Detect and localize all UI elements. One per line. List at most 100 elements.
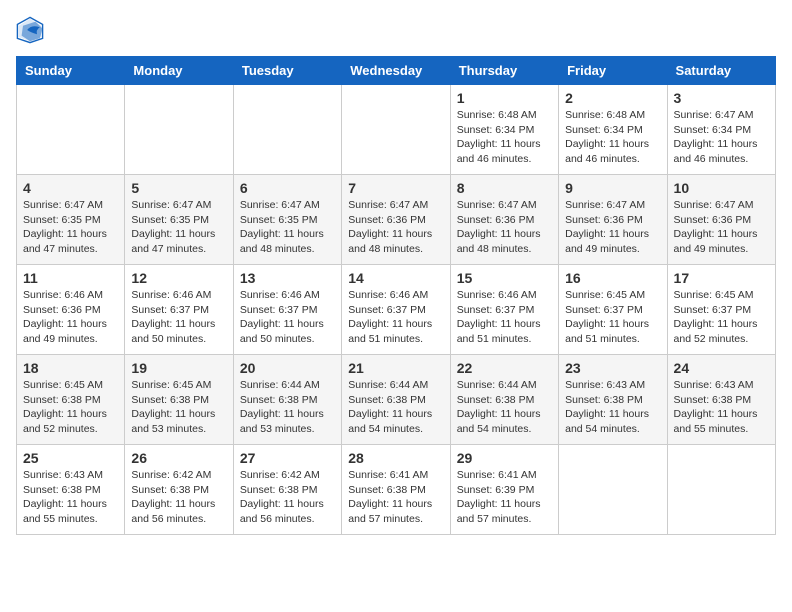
day-header-thursday: Thursday [450,57,558,85]
week-row-2: 4 Sunrise: 6:47 AM Sunset: 6:35 PM Daylig… [17,175,776,265]
day-header-monday: Monday [125,57,233,85]
calendar-cell [233,85,341,175]
day-info: Sunrise: 6:45 AM Sunset: 6:37 PM Dayligh… [674,288,769,347]
logo-icon [16,16,44,44]
day-info: Sunrise: 6:42 AM Sunset: 6:38 PM Dayligh… [131,468,226,527]
day-number: 5 [131,180,226,196]
day-number: 10 [674,180,769,196]
day-number: 19 [131,360,226,376]
calendar-cell: 4 Sunrise: 6:47 AM Sunset: 6:35 PM Daylig… [17,175,125,265]
calendar-cell: 29 Sunrise: 6:41 AM Sunset: 6:39 PM Dayli… [450,445,558,535]
day-info: Sunrise: 6:44 AM Sunset: 6:38 PM Dayligh… [240,378,335,437]
calendar-cell [342,85,450,175]
week-row-1: 1 Sunrise: 6:48 AM Sunset: 6:34 PM Daylig… [17,85,776,175]
day-number: 11 [23,270,118,286]
day-number: 23 [565,360,660,376]
day-number: 17 [674,270,769,286]
day-number: 20 [240,360,335,376]
calendar-cell [667,445,775,535]
calendar-cell: 9Sunrise: 6:47 AM Sunset: 6:36 PM Daylig… [559,175,667,265]
day-number: 3 [674,90,769,106]
calendar-cell: 3 Sunrise: 6:47 AM Sunset: 6:34 PM Daylig… [667,85,775,175]
calendar-cell: 24 Sunrise: 6:43 AM Sunset: 6:38 PM Dayli… [667,355,775,445]
day-number: 16 [565,270,660,286]
week-row-4: 18Sunrise: 6:45 AM Sunset: 6:38 PM Dayli… [17,355,776,445]
calendar-cell: 11 Sunrise: 6:46 AM Sunset: 6:36 PM Dayli… [17,265,125,355]
day-info: Sunrise: 6:45 AM Sunset: 6:37 PM Dayligh… [565,288,660,347]
day-header-wednesday: Wednesday [342,57,450,85]
day-number: 12 [131,270,226,286]
day-info: Sunrise: 6:47 AM Sunset: 6:35 PM Dayligh… [131,198,226,257]
week-row-3: 11 Sunrise: 6:46 AM Sunset: 6:36 PM Dayli… [17,265,776,355]
day-number: 14 [348,270,443,286]
calendar-cell [559,445,667,535]
calendar-cell: 6Sunrise: 6:47 AM Sunset: 6:35 PM Daylig… [233,175,341,265]
calendar-cell: 18Sunrise: 6:45 AM Sunset: 6:38 PM Dayli… [17,355,125,445]
calendar-cell: 14Sunrise: 6:46 AM Sunset: 6:37 PM Dayli… [342,265,450,355]
day-info: Sunrise: 6:43 AM Sunset: 6:38 PM Dayligh… [23,468,118,527]
day-header-saturday: Saturday [667,57,775,85]
calendar-cell [17,85,125,175]
day-number: 24 [674,360,769,376]
day-info: Sunrise: 6:46 AM Sunset: 6:37 PM Dayligh… [240,288,335,347]
calendar-cell: 28 Sunrise: 6:41 AM Sunset: 6:38 PM Dayli… [342,445,450,535]
day-number: 25 [23,450,118,466]
day-number: 29 [457,450,552,466]
day-info: Sunrise: 6:46 AM Sunset: 6:37 PM Dayligh… [457,288,552,347]
day-number: 26 [131,450,226,466]
calendar-cell: 25 Sunrise: 6:43 AM Sunset: 6:38 PM Dayli… [17,445,125,535]
week-row-5: 25 Sunrise: 6:43 AM Sunset: 6:38 PM Dayli… [17,445,776,535]
calendar-cell: 13 Sunrise: 6:46 AM Sunset: 6:37 PM Dayli… [233,265,341,355]
day-header-friday: Friday [559,57,667,85]
calendar-cell: 15 Sunrise: 6:46 AM Sunset: 6:37 PM Dayli… [450,265,558,355]
day-number: 9 [565,180,660,196]
day-number: 15 [457,270,552,286]
page-header [16,16,776,44]
day-number: 18 [23,360,118,376]
day-info: Sunrise: 6:48 AM Sunset: 6:34 PM Dayligh… [457,108,552,167]
day-info: Sunrise: 6:47 AM Sunset: 6:34 PM Dayligh… [674,108,769,167]
calendar-cell [125,85,233,175]
day-number: 4 [23,180,118,196]
day-number: 2 [565,90,660,106]
day-number: 22 [457,360,552,376]
calendar-cell: 2 Sunrise: 6:48 AM Sunset: 6:34 PM Daylig… [559,85,667,175]
calendar-cell: 26 Sunrise: 6:42 AM Sunset: 6:38 PM Dayli… [125,445,233,535]
calendar-cell: 5 Sunrise: 6:47 AM Sunset: 6:35 PM Daylig… [125,175,233,265]
calendar-header-row: SundayMondayTuesdayWednesdayThursdayFrid… [17,57,776,85]
day-header-tuesday: Tuesday [233,57,341,85]
calendar-cell: 23 Sunrise: 6:43 AM Sunset: 6:38 PM Dayli… [559,355,667,445]
calendar-cell: 8 Sunrise: 6:47 AM Sunset: 6:36 PM Daylig… [450,175,558,265]
day-info: Sunrise: 6:44 AM Sunset: 6:38 PM Dayligh… [457,378,552,437]
calendar-table: SundayMondayTuesdayWednesdayThursdayFrid… [16,56,776,535]
calendar-cell: 17 Sunrise: 6:45 AM Sunset: 6:37 PM Dayli… [667,265,775,355]
day-info: Sunrise: 6:47 AM Sunset: 6:35 PM Dayligh… [240,198,335,257]
day-info: Sunrise: 6:43 AM Sunset: 6:38 PM Dayligh… [674,378,769,437]
day-info: Sunrise: 6:46 AM Sunset: 6:36 PM Dayligh… [23,288,118,347]
calendar-cell: 20 Sunrise: 6:44 AM Sunset: 6:38 PM Dayli… [233,355,341,445]
day-info: Sunrise: 6:47 AM Sunset: 6:36 PM Dayligh… [348,198,443,257]
day-number: 13 [240,270,335,286]
day-info: Sunrise: 6:41 AM Sunset: 6:39 PM Dayligh… [457,468,552,527]
calendar-cell: 1 Sunrise: 6:48 AM Sunset: 6:34 PM Daylig… [450,85,558,175]
day-info: Sunrise: 6:44 AM Sunset: 6:38 PM Dayligh… [348,378,443,437]
day-info: Sunrise: 6:47 AM Sunset: 6:36 PM Dayligh… [457,198,552,257]
day-info: Sunrise: 6:47 AM Sunset: 6:35 PM Dayligh… [23,198,118,257]
day-number: 27 [240,450,335,466]
day-number: 1 [457,90,552,106]
day-info: Sunrise: 6:43 AM Sunset: 6:38 PM Dayligh… [565,378,660,437]
day-info: Sunrise: 6:42 AM Sunset: 6:38 PM Dayligh… [240,468,335,527]
day-info: Sunrise: 6:48 AM Sunset: 6:34 PM Dayligh… [565,108,660,167]
day-number: 28 [348,450,443,466]
calendar-cell: 16 Sunrise: 6:45 AM Sunset: 6:37 PM Dayli… [559,265,667,355]
day-number: 8 [457,180,552,196]
calendar-cell: 22 Sunrise: 6:44 AM Sunset: 6:38 PM Dayli… [450,355,558,445]
day-number: 7 [348,180,443,196]
calendar-cell: 21 Sunrise: 6:44 AM Sunset: 6:38 PM Dayli… [342,355,450,445]
calendar-cell: 12Sunrise: 6:46 AM Sunset: 6:37 PM Dayli… [125,265,233,355]
day-info: Sunrise: 6:41 AM Sunset: 6:38 PM Dayligh… [348,468,443,527]
calendar-cell: 19Sunrise: 6:45 AM Sunset: 6:38 PM Dayli… [125,355,233,445]
day-info: Sunrise: 6:47 AM Sunset: 6:36 PM Dayligh… [674,198,769,257]
day-number: 21 [348,360,443,376]
day-header-sunday: Sunday [17,57,125,85]
